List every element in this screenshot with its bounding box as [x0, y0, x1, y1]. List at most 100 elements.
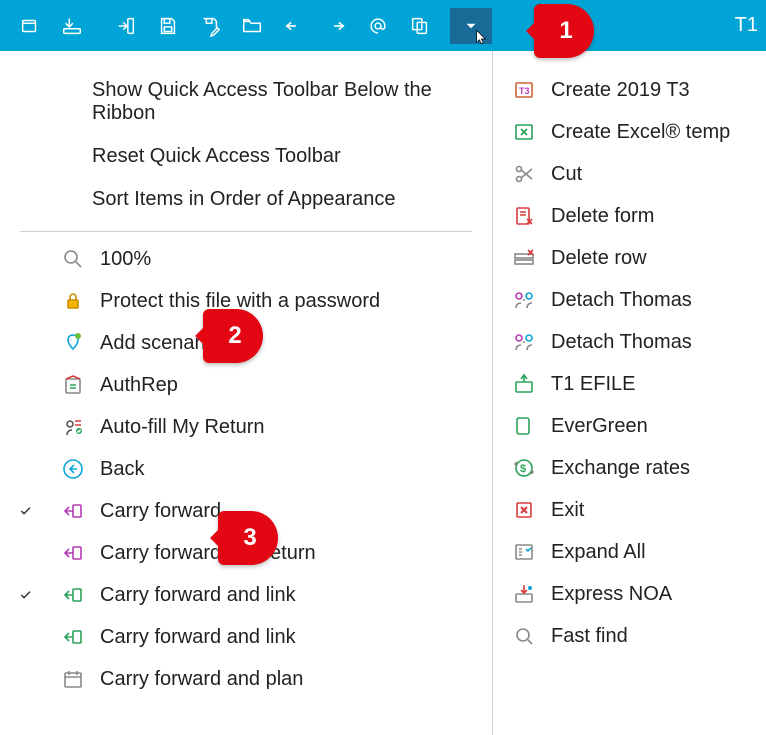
item-label: T1 EFILE [551, 373, 635, 396]
import-icon [115, 15, 137, 37]
evergreen-icon [511, 413, 537, 439]
left-item-5[interactable]: Back [0, 448, 492, 490]
ribbon-btn-save[interactable] [148, 8, 188, 44]
item-label: Detach Thomas [551, 289, 692, 312]
left-item-9[interactable]: Carry forward and link [0, 616, 492, 658]
save-export-icon [61, 15, 83, 37]
callout-number: 2 [203, 309, 263, 363]
ribbon-tab-t1[interactable]: T1 [727, 0, 766, 51]
right-item-9[interactable]: $ Exchange rates [493, 447, 766, 489]
floppy-icon [157, 15, 179, 37]
calendar-icon [60, 666, 86, 692]
express-noa-icon [511, 581, 537, 607]
annotation-callout-1: 1 [534, 4, 594, 58]
ribbon-btn-at[interactable] [358, 8, 398, 44]
right-item-7[interactable]: T1 EFILE [493, 363, 766, 405]
menu-show-below-ribbon[interactable]: Show Quick Access Toolbar Below the Ribb… [0, 69, 492, 135]
menu-sort-appearance[interactable]: Sort Items in Order of Appearance [0, 178, 492, 221]
right-item-13[interactable]: Fast find [493, 615, 766, 657]
lock-icon [60, 288, 86, 314]
open-folder-icon [241, 15, 263, 37]
at-icon [367, 15, 389, 37]
exchange-icon: $ [511, 455, 537, 481]
t3-icon: T3 [511, 77, 537, 103]
right-item-3[interactable]: Delete form [493, 195, 766, 237]
expand-all-icon [511, 539, 537, 565]
ribbon-btn-open[interactable] [232, 8, 272, 44]
callout-number: 1 [534, 4, 594, 58]
item-label: Cut [551, 163, 582, 186]
item-label: Carry forward and link [100, 584, 296, 607]
excel-icon [511, 119, 537, 145]
check-icon [18, 503, 36, 519]
scissors-icon [511, 161, 537, 187]
right-item-4[interactable]: Delete row [493, 237, 766, 279]
top-plain-group: Show Quick Access Toolbar Below the Ribb… [0, 51, 492, 221]
item-label: Express NOA [551, 583, 672, 606]
ribbon-customize-dropdown[interactable] [450, 8, 492, 44]
right-item-1[interactable]: Create Excel® temp [493, 111, 766, 153]
detach-icon [511, 287, 537, 313]
item-label: Carry forward [100, 500, 221, 523]
left-item-10[interactable]: Carry forward and plan [0, 658, 492, 700]
ribbon-btn-copy[interactable] [400, 8, 440, 44]
ribbon-btn-saveas[interactable] [190, 8, 230, 44]
right-item-10[interactable]: Exit [493, 489, 766, 531]
item-label: Back [100, 458, 144, 481]
item-label: Exit [551, 499, 584, 522]
item-label: Auto-fill My Return [100, 416, 265, 439]
workspace: Show Quick Access Toolbar Below the Ribb… [0, 51, 766, 735]
item-label: Exchange rates [551, 457, 690, 480]
right-item-12[interactable]: Express NOA [493, 573, 766, 615]
left-item-8[interactable]: Carry forward and link [0, 574, 492, 616]
ribbon-btn-import[interactable] [106, 8, 146, 44]
undo-icon [283, 15, 305, 37]
right-item-0[interactable]: T3 Create 2019 T3 [493, 69, 766, 111]
annotation-callout-3: 3 [218, 511, 278, 565]
ribbon-btn-redo[interactable] [316, 8, 356, 44]
item-label: 100% [100, 248, 151, 271]
carry-forward-pink-icon [60, 498, 86, 524]
exit-icon [511, 497, 537, 523]
item-label: Expand All [551, 541, 646, 564]
annotation-callout-2: 2 [203, 309, 263, 363]
item-label: Create 2019 T3 [551, 79, 690, 102]
authrep-icon [60, 372, 86, 398]
right-item-5[interactable]: Detach Thomas [493, 279, 766, 321]
svg-text:T3: T3 [519, 86, 530, 96]
left-item-0[interactable]: 100% [0, 238, 492, 280]
redo-icon [325, 15, 347, 37]
callout-number: 3 [218, 511, 278, 565]
carry-forward-pink-icon [60, 540, 86, 566]
item-label: Fast find [551, 625, 628, 648]
delete-row-icon [511, 245, 537, 271]
item-label: AuthRep [100, 374, 178, 397]
left-item-3[interactable]: AuthRep [0, 364, 492, 406]
item-label: Delete row [551, 247, 647, 270]
scenario-drop-icon [60, 330, 86, 356]
ribbon-btn-new[interactable] [10, 8, 50, 44]
item-label: Create Excel® temp [551, 121, 730, 144]
svg-text:$: $ [520, 463, 526, 475]
right-item-11[interactable]: Expand All [493, 531, 766, 573]
floppy-pencil-icon [199, 15, 221, 37]
ribbon-btn-export[interactable] [52, 8, 92, 44]
carry-forward-green-icon [60, 582, 86, 608]
right-item-8[interactable]: EverGreen [493, 405, 766, 447]
copy-group-icon [409, 15, 431, 37]
chevron-down-icon [462, 17, 480, 35]
check-icon [18, 587, 36, 603]
item-label: Carry forward and link [100, 626, 296, 649]
zoom-icon [60, 246, 86, 272]
efile-icon [511, 371, 537, 397]
left-item-4[interactable]: Auto-fill My Return [0, 406, 492, 448]
right-item-2[interactable]: Cut [493, 153, 766, 195]
item-label: Carry forward and plan [100, 668, 303, 691]
detach-icon [511, 329, 537, 355]
right-item-6[interactable]: Detach Thomas [493, 321, 766, 363]
quick-access-toolbar: T1 [0, 0, 766, 51]
carry-forward-green-icon [60, 624, 86, 650]
item-label: EverGreen [551, 415, 648, 438]
ribbon-btn-undo[interactable] [274, 8, 314, 44]
menu-reset-toolbar[interactable]: Reset Quick Access Toolbar [0, 135, 492, 178]
